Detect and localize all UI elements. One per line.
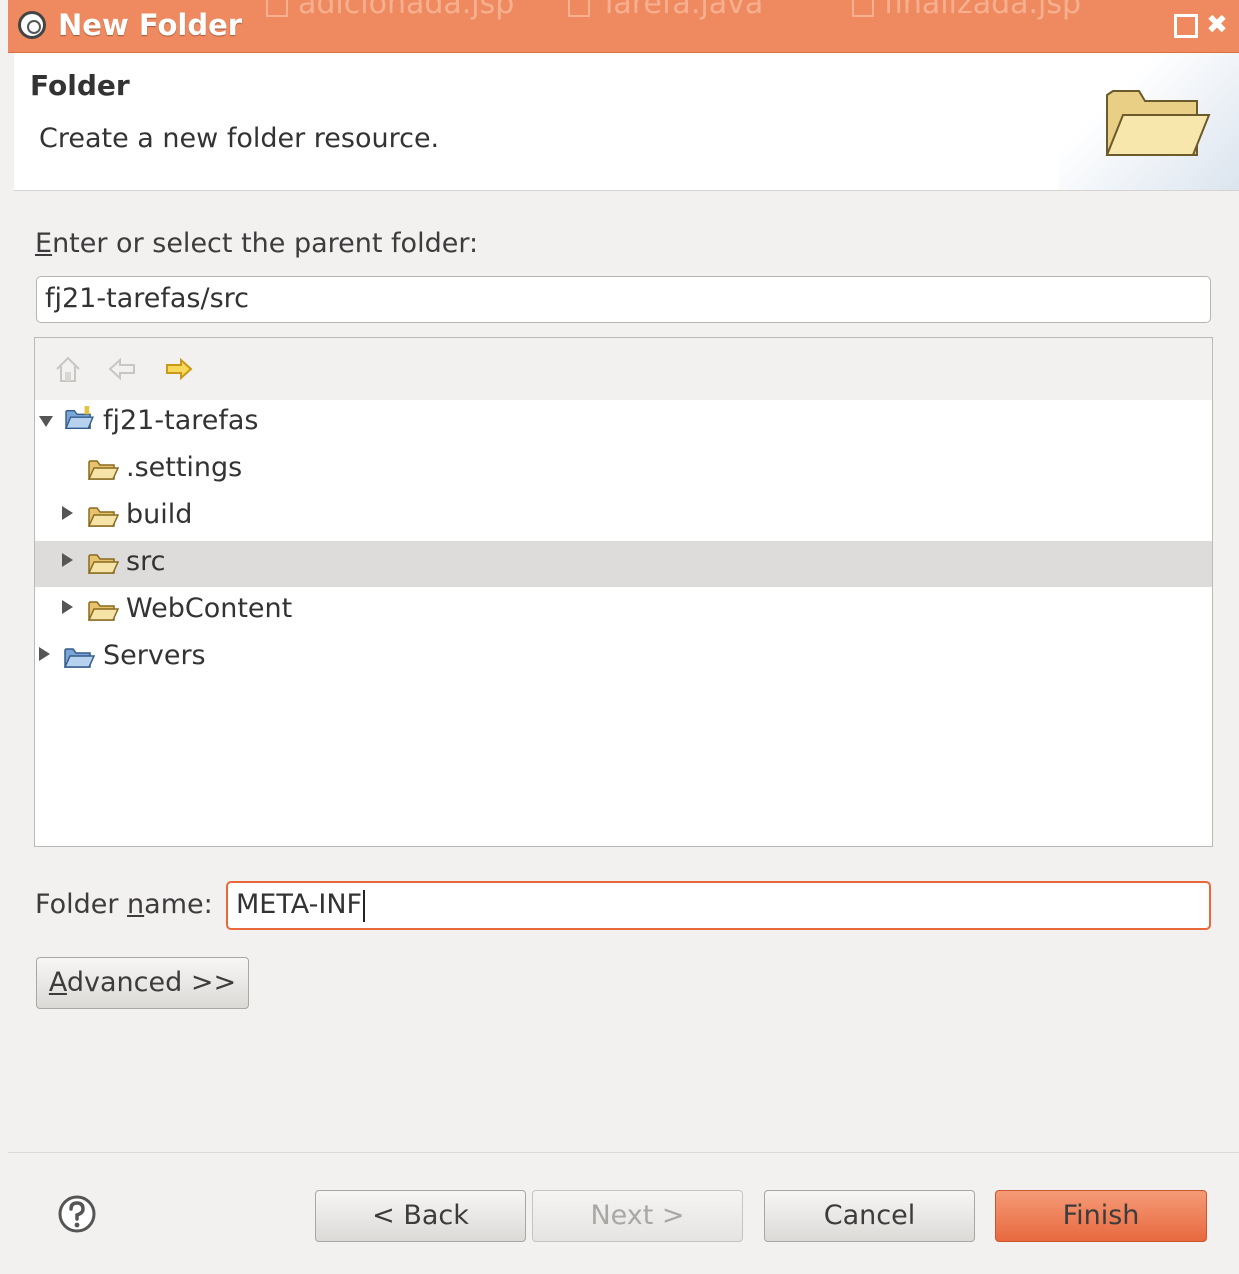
tree-item-label: .settings [126, 452, 243, 483]
folder-name-label: Folder name: [35, 889, 213, 920]
folder-large-icon [1105, 90, 1211, 156]
back-button[interactable]: < Back [315, 1190, 526, 1242]
title-bar[interactable]: adicionada.jsp Tarefa.java finalizada.js… [8, 0, 1239, 53]
expand-toggle[interactable] [62, 506, 73, 520]
folder-name-input[interactable]: META-INF [226, 881, 1211, 930]
tree-item-servers[interactable]: Servers [35, 635, 1212, 681]
expand-toggle[interactable] [62, 553, 73, 567]
maximize-button[interactable] [1174, 14, 1198, 38]
tree-item-build[interactable]: build [35, 494, 1212, 540]
project-folder-icon [63, 648, 95, 668]
eclipse-icon [18, 11, 46, 39]
expand-toggle[interactable] [62, 600, 73, 614]
folder-icon [87, 554, 119, 574]
tree-item-label: Servers [103, 640, 206, 671]
tree-toolbar [35, 338, 1212, 400]
tree-item-label: WebContent [126, 593, 293, 624]
tree-item-src[interactable]: src [35, 541, 1212, 587]
collapse-toggle[interactable] [39, 416, 53, 427]
close-button[interactable]: ✖ [1206, 12, 1228, 38]
cancel-button[interactable]: Cancel [764, 1190, 975, 1242]
folder-icon [87, 460, 119, 480]
tree-item-label: src [126, 546, 166, 577]
background-tab: Tarefa.java [568, 0, 763, 21]
finish-button[interactable]: Finish [995, 1190, 1207, 1242]
wizard-banner: Folder Create a new folder resource. [14, 53, 1239, 191]
background-tab: adicionada.jsp [266, 0, 514, 21]
background-tab: finalizada.jsp [852, 0, 1081, 21]
text-caret [363, 889, 366, 922]
tree-item-fj21-tarefas[interactable]: fj21-tarefas [35, 400, 1212, 446]
parent-folder-input[interactable]: fj21-tarefas/src [36, 276, 1211, 323]
parent-folder-label: Enter or select the parent folder: [35, 228, 479, 259]
forward-arrow-icon[interactable] [164, 354, 194, 384]
next-button[interactable]: Next > [532, 1190, 743, 1242]
expand-toggle[interactable] [39, 647, 50, 661]
tree-item-label: fj21-tarefas [103, 405, 259, 436]
folder-name-value: META-INF [236, 889, 363, 920]
folder-icon [87, 507, 119, 527]
page-title: Folder [30, 69, 130, 102]
tree-item-webcontent[interactable]: WebContent [35, 588, 1212, 634]
footer-separator [8, 1152, 1239, 1153]
page-description: Create a new folder resource. [39, 123, 440, 154]
folder-tree[interactable]: fj21-tarefas .settings build src WebCont… [34, 337, 1213, 847]
project-folder-icon [64, 406, 94, 429]
home-icon[interactable] [53, 354, 83, 384]
window-title: New Folder [58, 8, 243, 42]
help-icon[interactable] [57, 1194, 97, 1234]
tree-item-label: build [126, 499, 193, 530]
tree-item-settings[interactable]: .settings [35, 447, 1212, 493]
back-arrow-icon[interactable] [107, 354, 137, 384]
advanced-button[interactable]: Advanced >> [36, 957, 249, 1009]
folder-icon [87, 601, 119, 621]
